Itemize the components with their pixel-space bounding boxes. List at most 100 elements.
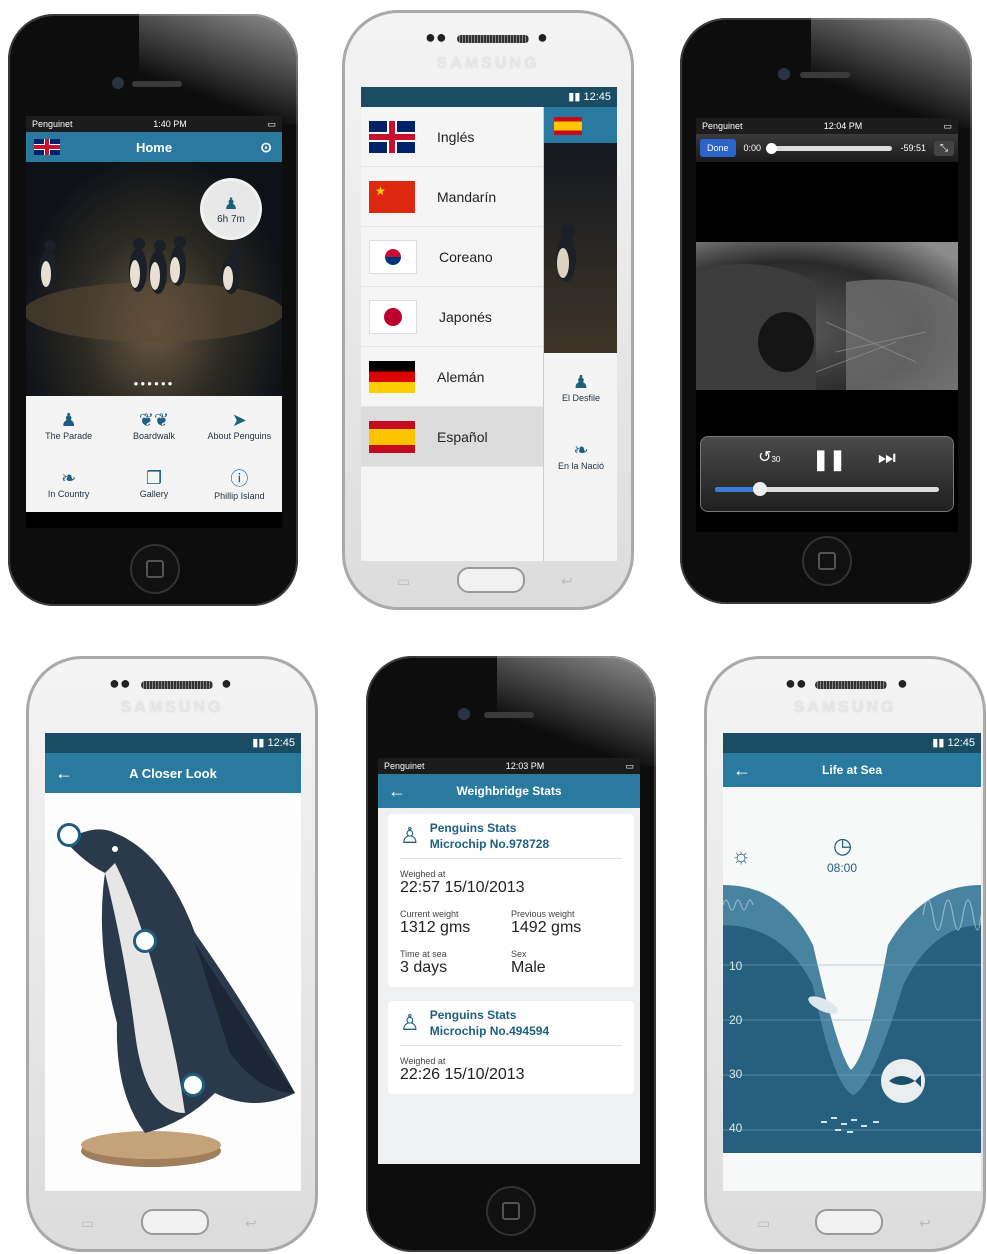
phone-weighbridge: Penguinet 12:03 PM ▭ ← Weighbridge Stats… <box>366 656 656 1252</box>
home-button[interactable] <box>486 1186 536 1236</box>
home-button[interactable] <box>815 1209 883 1235</box>
leaf-icon: ❧ <box>61 467 77 488</box>
side-item-parade[interactable]: ♟ El Desfile <box>544 353 617 421</box>
carrier-label: Penguinet <box>702 121 743 131</box>
pause-icon[interactable]: ❚❚ <box>812 447 846 472</box>
hero-strip <box>544 143 617 353</box>
current-weight-value: 1312 gms <box>400 919 471 936</box>
previous-weight-value: 1492 gms <box>511 919 582 936</box>
language-screen: ▮▮ 12:45 Inglés ★ Mandarín Coreano Japon… <box>361 87 617 561</box>
closer-look-header: ← A Closer Look <box>45 753 301 793</box>
status-bar: Penguinet 12:04 PM ▭ <box>696 118 958 134</box>
front-camera: ● <box>897 673 908 693</box>
side-item-country[interactable]: ❧ En la Nació <box>544 421 617 489</box>
language-label: Inglés <box>437 128 475 145</box>
depth-tick-label: 10 <box>729 959 743 973</box>
home-header: Home ⊙ <box>26 132 282 162</box>
back-arrow-icon[interactable]: ← <box>388 781 406 802</box>
penguin-specimen-image <box>65 829 295 1167</box>
language-label: Mandarín <box>437 188 497 205</box>
language-item[interactable]: ★ Mandarín <box>361 167 543 227</box>
current-weight-label: Current weight <box>400 909 459 919</box>
video-screen: Penguinet 12:04 PM ▭ Done 0:00 -59:51 ⤡ … <box>696 118 958 532</box>
language-item[interactable]: Inglés <box>361 107 543 167</box>
language-item[interactable]: Alemán <box>361 347 543 407</box>
uk-flag-icon <box>369 120 415 153</box>
volume-slider[interactable] <box>715 482 939 496</box>
japan-flag-icon <box>369 299 417 334</box>
phone-closer-look: ●● ● SAMSUNG ▮▮ 12:45 ← A Closer Look ▭ … <box>26 656 318 1252</box>
previous-weight-label: Previous weight <box>511 909 575 919</box>
language-item-selected[interactable]: Español <box>361 407 543 467</box>
grid-item-phillip[interactable]: ⓘ Phillip Island <box>197 454 282 512</box>
language-label: Español <box>437 428 488 445</box>
language-item[interactable]: Coreano <box>361 227 543 287</box>
battery-icon: ▭ <box>267 118 276 129</box>
skip-back-30-icon[interactable]: ↺30 <box>758 447 780 472</box>
back-arrow-icon[interactable]: ← <box>55 763 73 784</box>
hotspot-chest[interactable] <box>133 929 157 953</box>
earpiece-grill <box>141 681 213 689</box>
done-button[interactable]: Done <box>700 139 736 157</box>
sun-icon: ☼ <box>731 843 752 868</box>
grid-item-country[interactable]: ❧ In Country <box>26 454 111 512</box>
germany-flag-icon <box>369 360 415 393</box>
phone-life-at-sea: ●● ● SAMSUNG ▮▮ 12:45 ← Life at Sea ☼ ◷ … <box>704 656 986 1252</box>
back-key-icon[interactable]: ↩ <box>245 1215 257 1232</box>
scrub-bar[interactable] <box>766 142 893 154</box>
home-button[interactable] <box>141 1209 209 1235</box>
time-at-sea-label: Time at sea <box>400 949 447 959</box>
earpiece-speaker <box>484 712 534 718</box>
player-topbar: Done 0:00 -59:51 ⤡ <box>696 134 958 162</box>
penguin-photo <box>556 224 576 282</box>
next-track-icon[interactable]: ⏭ <box>878 447 896 472</box>
grid-item-about[interactable]: ➤ About Penguins <box>197 396 282 454</box>
menu-key-icon[interactable]: ▭ <box>81 1215 94 1232</box>
home-button[interactable] <box>802 536 852 586</box>
uk-flag-icon[interactable] <box>34 139 60 155</box>
front-camera <box>458 708 470 720</box>
playback-controls: ↺30 ❚❚ ⏭ <box>700 436 954 512</box>
home-grid: ♟ The Parade ❦❦ Boardwalk ➤ About Penguins … <box>26 396 282 512</box>
footprints-icon: ❦❦ <box>138 409 170 430</box>
grid-label: About Penguins <box>207 430 272 441</box>
location-pin-icon[interactable]: ⊙ <box>260 139 272 156</box>
page-title: Weighbridge Stats <box>456 784 562 798</box>
phone-home: Penguinet 1:40 PM ▭ Home ⊙ ♟ 6h 7m ●●●●●… <box>8 14 298 606</box>
info-icon: ⓘ <box>230 469 249 489</box>
carousel-dots[interactable]: ●●●●●● <box>26 379 282 388</box>
back-key-icon[interactable]: ↩ <box>919 1215 931 1232</box>
language-item[interactable]: Japonés <box>361 287 543 347</box>
menu-key-icon[interactable]: ▭ <box>757 1215 770 1232</box>
earpiece-speaker <box>800 72 850 78</box>
swimming-penguin-icon: ➤ <box>231 409 247 430</box>
fullscreen-icon[interactable]: ⤡ <box>934 140 954 156</box>
front-camera: ● <box>537 27 548 47</box>
grid-label: Boardwalk <box>132 430 175 441</box>
life-at-sea-header: ← Life at Sea <box>723 753 981 787</box>
language-label: Coreano <box>439 248 493 265</box>
volume-thumb[interactable] <box>752 482 767 496</box>
home-button[interactable] <box>457 567 525 593</box>
grid-item-gallery[interactable]: ❐ Gallery <box>111 454 196 512</box>
glass-reflection <box>138 14 298 124</box>
language-label: Alemán <box>437 368 485 385</box>
back-key-icon[interactable]: ↩ <box>561 573 573 590</box>
grid-item-boardwalk[interactable]: ❦❦ Boardwalk <box>111 396 196 454</box>
carrier-label: Penguinet <box>384 761 425 771</box>
grid-label: In Country <box>47 488 90 499</box>
weighed-value: 22:57 15/10/2013 <box>400 879 525 896</box>
home-button[interactable] <box>130 544 180 594</box>
clock: 12:45 <box>267 737 295 749</box>
hotspot-feet[interactable] <box>181 1073 205 1097</box>
back-arrow-icon[interactable]: ← <box>733 760 751 781</box>
menu-key-icon[interactable]: ▭ <box>397 573 410 590</box>
burrow-camera-image <box>696 264 958 390</box>
phone-language: ●● ● SAMSUNG ▮▮ 12:45 Inglés ★ Mandarín … <box>342 10 634 610</box>
scrub-thumb[interactable] <box>766 142 778 154</box>
hotspot-head[interactable] <box>57 823 81 847</box>
depth-tick-label: 20 <box>729 1013 743 1027</box>
carrier-label: Penguinet <box>32 119 73 129</box>
underlying-home-panel: ♟ El Desfile ❧ En la Nació <box>543 107 617 561</box>
grid-item-parade[interactable]: ♟ The Parade <box>26 396 111 454</box>
